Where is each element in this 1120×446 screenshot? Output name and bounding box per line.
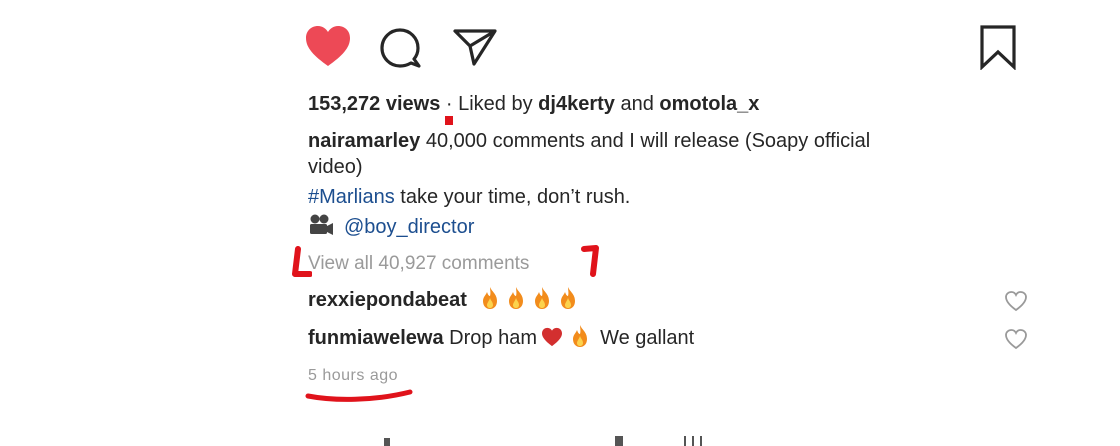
liked-separator: · Liked by <box>440 93 539 115</box>
heart-outline-icon[interactable] <box>1004 290 1028 312</box>
cropped-text-fragment <box>384 438 390 446</box>
cropped-text-fragment <box>700 436 702 446</box>
views-count: 153,272 views <box>308 93 441 115</box>
comment-text-after: We gallant <box>594 327 695 349</box>
heart-filled-icon[interactable] <box>304 24 352 68</box>
comment-emojis <box>479 287 583 311</box>
cropped-text-fragment <box>615 436 623 446</box>
caption-line-2: video) <box>308 156 363 178</box>
fire-icon <box>572 325 587 347</box>
comment-username[interactable]: funmiawelewa <box>308 327 444 349</box>
page: 153,272 views · Liked by dj4kerty and om… <box>0 0 1120 446</box>
caption-text: 40,000 comments and I will release (Soap… <box>420 130 871 152</box>
liked-user-2[interactable]: omotola_x <box>659 93 759 115</box>
caption-line-3-text: take your time, don’t rush. <box>394 186 631 208</box>
comment-username[interactable]: rexxiepondabeat <box>308 289 467 311</box>
comment-row: rexxiepondabeat <box>308 286 1028 316</box>
annotation-bracket-right <box>581 245 599 277</box>
views-liked-line: 153,272 views · Liked by dj4kerty and om… <box>308 91 759 117</box>
caption-line-3: #Marlians take your time, don’t rush. <box>308 184 630 210</box>
annotation-bracket-left <box>292 246 312 277</box>
annotation-underline-timestamp <box>305 389 413 402</box>
action-bar <box>282 18 1052 78</box>
liked-and: and <box>614 93 660 115</box>
caption-line-1: nairamarley 40,000 comments and I will r… <box>308 128 870 154</box>
instagram-post-card: 153,272 views · Liked by dj4kerty and om… <box>282 0 1052 420</box>
comment-text: Drop ham <box>443 327 537 349</box>
fire-icon <box>560 287 575 309</box>
view-all-comments-link[interactable]: View all 40,927 comments <box>308 251 529 277</box>
red-heart-emoji-icon <box>541 327 562 347</box>
share-icon[interactable] <box>452 26 498 68</box>
hashtag-link[interactable]: #Marlians <box>308 186 395 208</box>
comment-row: funmiawelewa Drop ham We gallant <box>308 324 1028 354</box>
liked-user-1[interactable]: dj4kerty <box>538 93 615 115</box>
fire-icon <box>508 287 523 309</box>
fire-icon <box>534 287 549 309</box>
heart-outline-icon[interactable] <box>1004 328 1028 350</box>
bookmark-icon[interactable] <box>978 24 1018 70</box>
cropped-text-fragment <box>692 436 694 446</box>
annotation-mark-views <box>445 116 453 125</box>
video-camera-icon <box>310 214 333 235</box>
fire-icon <box>482 287 497 309</box>
director-line: @boy_director <box>308 213 474 240</box>
comment-icon[interactable] <box>378 26 422 70</box>
caption-username[interactable]: nairamarley <box>308 130 420 152</box>
director-handle[interactable]: @boy_director <box>344 216 474 238</box>
cropped-text-fragment <box>684 436 686 446</box>
